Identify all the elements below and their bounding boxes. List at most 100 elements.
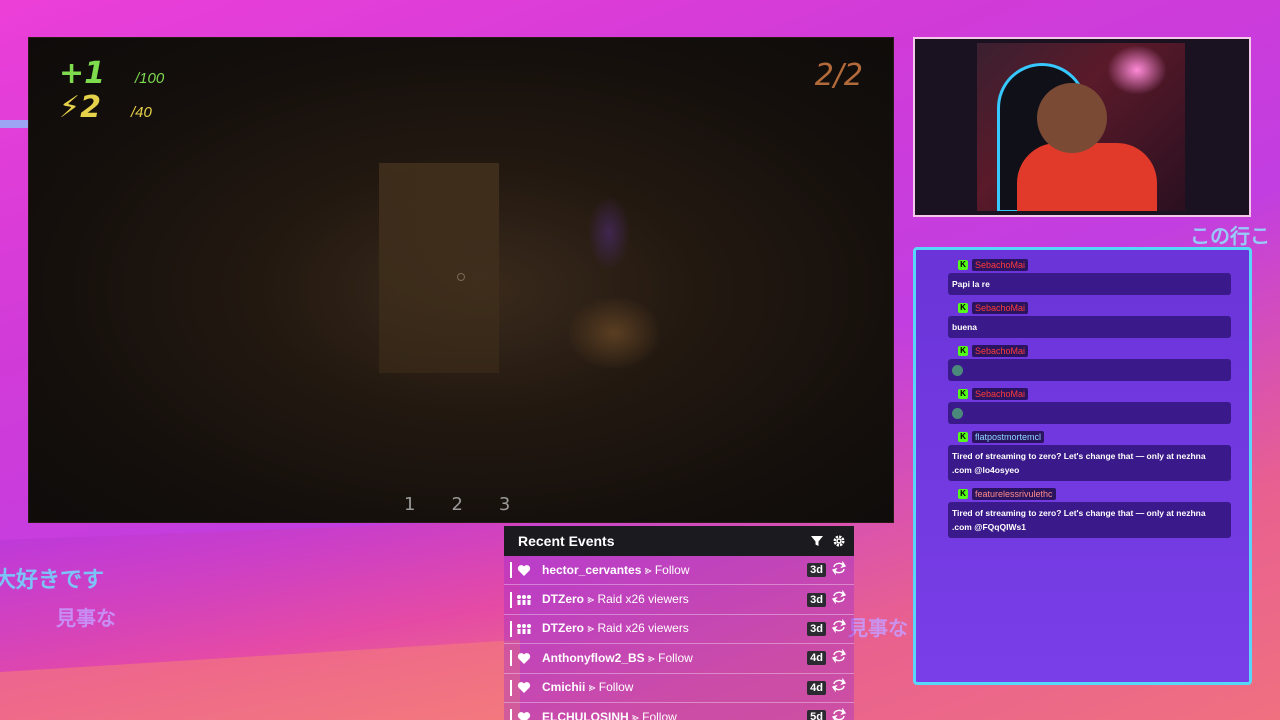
chat-message: K SebachoMai	[948, 387, 1231, 424]
japanese-text: この行こ	[1190, 224, 1270, 248]
event-username: ELCHULOSINH	[542, 709, 629, 720]
platform-badge-icon: K	[958, 488, 968, 499]
event-row: Cmichii ⪢ Follow 4d	[504, 673, 854, 703]
webcam-light	[1107, 45, 1167, 95]
replay-icon[interactable]	[831, 619, 847, 638]
game-view: +1 /100 ⚡2 /40 2/2 1 2 3	[28, 37, 894, 523]
event-text: Cmichii ⪢ Follow	[542, 680, 807, 695]
chat-message: K SebachoMai Papi la re	[948, 258, 1231, 295]
event-action: Follow	[658, 650, 693, 665]
heart-icon	[516, 651, 532, 665]
chat-message-header: Kfeaturelessrivulethc	[958, 487, 1231, 500]
raid-icon	[516, 622, 532, 636]
event-age-badge: 3d	[807, 621, 826, 636]
event-username: DTZero	[542, 621, 584, 636]
inventory-slot: 1	[404, 494, 416, 515]
event-separator: ⪢	[644, 650, 659, 665]
events-tools	[810, 534, 846, 548]
platform-badge-icon: K	[958, 345, 968, 356]
event-separator: ⪢	[641, 562, 655, 577]
chat-message: Kflatpostmortemcl Tired of streaming to z…	[948, 430, 1231, 481]
event-separator: ⪢	[628, 709, 643, 720]
webcam-frame	[913, 37, 1251, 217]
chat-message-header: K SebachoMai	[958, 344, 1231, 357]
chat-message-header: K SebachoMai	[958, 387, 1231, 400]
event-age-badge: 3d	[807, 592, 826, 607]
event-separator: ⪢	[584, 621, 598, 636]
emote-icon	[952, 365, 963, 377]
chat-message: K SebachoMai buena	[948, 301, 1231, 338]
chat-message-header: K SebachoMai	[958, 301, 1231, 314]
chat-username[interactable]: SebachoMai	[972, 258, 1029, 271]
replay-icon[interactable]	[831, 707, 847, 720]
chat-message-text: Papi la re	[948, 273, 1231, 295]
hud-health: +1 /100	[59, 56, 164, 91]
event-row: DTZero ⪢ Raid x26 viewers 3d	[504, 585, 854, 615]
hud-ammo: 2/2	[814, 58, 863, 93]
event-username: Cmichii	[542, 680, 586, 695]
energy-value: ⚡2	[59, 90, 101, 125]
event-separator: ⪢	[584, 592, 598, 607]
event-age-badge: 5d	[807, 710, 826, 720]
energy-max: /40	[130, 104, 152, 121]
game-lamp-glow	[569, 298, 659, 368]
chat-message-text	[948, 359, 1231, 381]
platform-badge-icon: K	[958, 302, 968, 313]
chat-message: Kfeaturelessrivulethc Tired of streaming …	[948, 487, 1231, 538]
replay-icon[interactable]	[831, 560, 847, 580]
game-door	[379, 163, 499, 373]
gear-icon[interactable]	[832, 534, 846, 548]
heart-icon	[516, 681, 532, 695]
webcam-feed	[977, 43, 1185, 211]
background-stripe	[0, 120, 30, 128]
chat-username[interactable]: flatpostmortemcl	[972, 430, 1045, 443]
event-action: Raid x26 viewers	[597, 592, 689, 607]
event-username: Anthonyflow2_BS	[542, 650, 645, 665]
health-value: +1	[59, 56, 106, 91]
event-divider	[510, 650, 512, 667]
replay-icon[interactable]	[831, 589, 847, 609]
japanese-text: 見事な	[848, 616, 908, 640]
event-age-badge: 3d	[807, 563, 826, 578]
emote-icon	[952, 408, 963, 420]
heart-icon	[516, 563, 532, 577]
event-age-badge: 4d	[807, 680, 826, 695]
chat-message: K SebachoMai	[948, 344, 1231, 381]
streamer-head	[1037, 83, 1107, 153]
platform-badge-icon: K	[958, 388, 968, 399]
recent-events-widget: Recent Events hector_cervantes ⪢ Follow 3…	[504, 526, 854, 720]
replay-icon[interactable]	[831, 677, 847, 697]
japanese-text: 見事な	[56, 606, 116, 630]
event-divider	[510, 709, 512, 720]
inventory-slot: 2	[451, 494, 463, 515]
event-row: Anthonyflow2_BS ⪢ Follow 4d	[504, 644, 854, 674]
filter-icon[interactable]	[810, 534, 824, 548]
event-action: Follow	[642, 709, 677, 720]
raid-icon	[516, 593, 532, 607]
chat-username[interactable]: featurelessrivulethc	[972, 487, 1056, 500]
chat-username[interactable]: SebachoMai	[972, 344, 1029, 357]
event-action: Raid x26 viewers	[597, 621, 689, 636]
event-separator: ⪢	[585, 680, 599, 695]
crosshair-icon	[457, 273, 465, 281]
streamer-body	[1017, 143, 1157, 211]
event-text: ELCHULOSINH ⪢ Follow	[542, 710, 807, 720]
chat-panel: K SebachoMai Papi la re K SebachoMai buena K Se…	[913, 247, 1252, 685]
replay-icon[interactable]	[831, 648, 847, 668]
heart-icon	[516, 710, 532, 720]
events-header: Recent Events	[504, 526, 854, 556]
chat-message-text: Tired of streaming to zero? Let's change…	[948, 445, 1231, 481]
chat-message-text	[948, 402, 1231, 424]
event-divider	[510, 679, 512, 696]
event-text: DTZero ⪢ Raid x26 viewers	[542, 621, 807, 636]
event-row: ELCHULOSINH ⪢ Follow 5d	[504, 702, 854, 720]
event-row: DTZero ⪢ Raid x26 viewers 3d	[504, 614, 854, 645]
event-divider	[510, 562, 512, 579]
event-age-badge: 4d	[807, 651, 826, 666]
chat-message-text: buena	[948, 316, 1231, 338]
chat-list: K SebachoMai Papi la re K SebachoMai buena K Se…	[948, 258, 1231, 538]
chat-username[interactable]: SebachoMai	[972, 387, 1029, 400]
chat-username[interactable]: SebachoMai	[972, 301, 1029, 314]
inventory-slots: 1 2 3	[404, 494, 510, 515]
event-divider	[510, 620, 512, 637]
